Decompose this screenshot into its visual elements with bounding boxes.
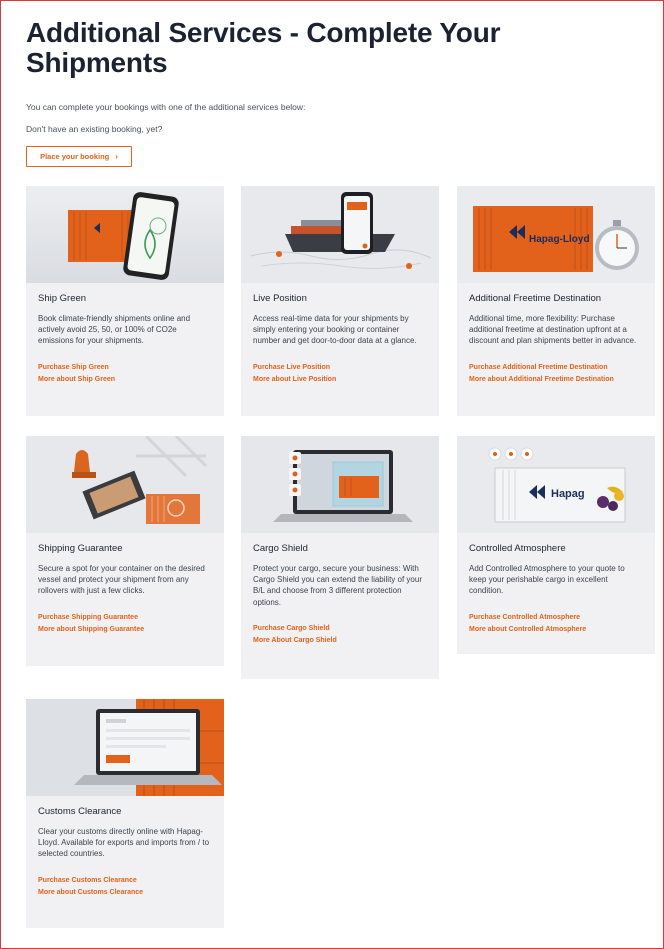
additional-freetime-image: Hapag-Lloyd: [457, 186, 655, 283]
shipping-guarantee-image: [26, 436, 224, 533]
card-description: Book climate-friendly shipments online a…: [38, 314, 191, 346]
purchase-ship-green-link[interactable]: Purchase Ship Green: [38, 362, 212, 375]
service-card-cargo-shield: Cargo Shield Protect your cargo, secure …: [241, 436, 439, 679]
service-card-controlled-atmosphere: Hapag Controlled Atmosphere Add Controll…: [457, 436, 655, 654]
more-about-additional-freetime-link[interactable]: More about Additional Freetime Destinati…: [469, 374, 643, 387]
service-card-live-position: Live Position Access real-time data for …: [241, 186, 439, 416]
card-title: Additional Freetime Destination: [469, 293, 602, 304]
card-description: Protect your cargo, secure your business…: [253, 564, 422, 607]
purchase-controlled-atmosphere-link[interactable]: Purchase Controlled Atmosphere: [469, 612, 643, 625]
intro-text: You can complete your bookings with one …: [26, 102, 306, 112]
purchase-customs-clearance-link[interactable]: Purchase Customs Clearance: [38, 875, 212, 888]
no-booking-text: Don't have an existing booking, yet?: [26, 124, 163, 134]
more-about-customs-clearance-link[interactable]: More about Customs Clearance: [38, 887, 212, 900]
purchase-shipping-guarantee-link[interactable]: Purchase Shipping Guarantee: [38, 612, 212, 625]
chevron-right-icon: ›: [115, 152, 118, 161]
more-about-controlled-atmosphere-link[interactable]: More about Controlled Atmosphere: [469, 624, 643, 637]
service-card-ship-green: Ship Green Book climate-friendly shipmen…: [26, 186, 224, 416]
hapag-lloyd-logo-text: Hapag-Lloyd: [529, 234, 590, 245]
purchase-live-position-link[interactable]: Purchase Live Position: [253, 362, 427, 375]
place-booking-button[interactable]: Place your booking ›: [26, 146, 132, 167]
customs-clearance-image: [26, 699, 224, 796]
service-card-customs-clearance: Customs Clearance Clear your customs dir…: [26, 699, 224, 928]
more-about-ship-green-link[interactable]: More about Ship Green: [38, 374, 212, 387]
card-description: Secure a spot for your container on the …: [38, 564, 205, 596]
hapag-logo-text: Hapag: [551, 488, 585, 500]
card-title: Live Position: [253, 293, 307, 304]
place-booking-label: Place your booking: [40, 152, 110, 161]
card-title: Customs Clearance: [38, 806, 122, 817]
cargo-shield-image: [241, 436, 439, 533]
more-about-live-position-link[interactable]: More about Live Position: [253, 374, 427, 387]
purchase-cargo-shield-link[interactable]: Purchase Cargo Shield: [253, 623, 427, 636]
card-title: Ship Green: [38, 293, 87, 304]
card-title: Controlled Atmosphere: [469, 543, 566, 554]
purchase-additional-freetime-link[interactable]: Purchase Additional Freetime Destination: [469, 362, 643, 375]
card-description: Clear your customs directly online with …: [38, 827, 210, 859]
more-about-cargo-shield-link[interactable]: More About Cargo Shield: [253, 635, 427, 648]
controlled-atmosphere-image: Hapag: [457, 436, 655, 533]
page-title: Additional Services - Complete Your Ship…: [26, 17, 501, 78]
ship-green-image: [26, 186, 224, 283]
card-title: Cargo Shield: [253, 543, 308, 554]
card-title: Shipping Guarantee: [38, 543, 123, 554]
more-about-shipping-guarantee-link[interactable]: More about Shipping Guarantee: [38, 624, 212, 637]
card-description: Add Controlled Atmosphere to your quote …: [469, 564, 625, 596]
live-position-image: [241, 186, 439, 283]
service-card-additional-freetime: Hapag-Lloyd Additional Freetime Destinat…: [457, 186, 655, 416]
card-description: Access real-time data for your shipments…: [253, 314, 417, 346]
service-card-shipping-guarantee: Shipping Guarantee Secure a spot for you…: [26, 436, 224, 666]
card-description: Additional time, more flexibility: Purch…: [469, 314, 637, 346]
